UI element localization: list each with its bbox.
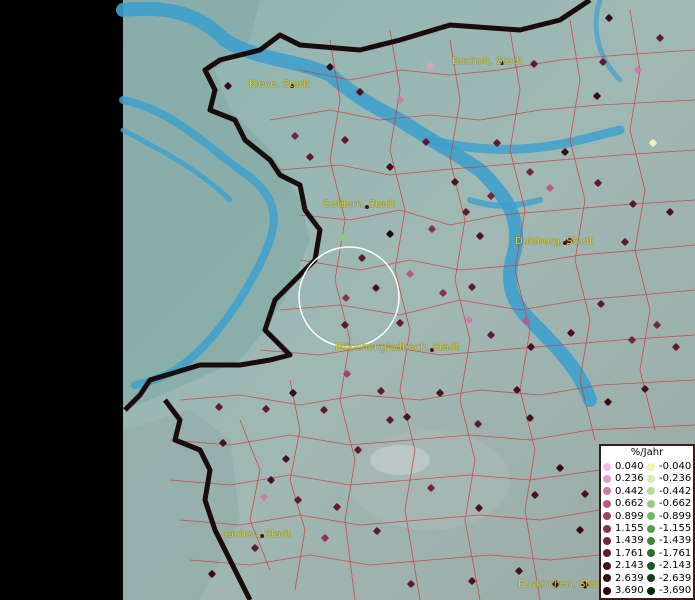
legend-row-negative: -0.899: [647, 511, 691, 522]
legend-row-negative: -2.143: [647, 560, 691, 571]
legend-row-positive: 2.639: [603, 573, 644, 584]
legend: %/Jahr 0.040 0.236 0.442 0.662 0.899 1.155 1.4…: [599, 444, 695, 600]
legend-swatch: [603, 524, 611, 533]
legend-swatch: [647, 586, 655, 595]
legend-value: 1.155: [615, 523, 644, 534]
legend-swatch: [647, 499, 655, 508]
legend-swatch: [603, 549, 611, 558]
legend-value: 1.439: [615, 535, 644, 547]
legend-row-positive: 0.899: [603, 511, 644, 522]
legend-swatch: [603, 561, 611, 570]
legend-row-positive: 2.143: [603, 560, 644, 571]
legend-row-positive: 0.662: [603, 498, 644, 509]
terrain-shade: [370, 445, 430, 475]
legend-swatch: [647, 536, 655, 545]
legend-value: -0.236: [659, 473, 692, 485]
legend-swatch: [603, 462, 611, 471]
legend-title: %/Jahr: [630, 447, 664, 458]
legend-swatch: [603, 586, 611, 595]
city-label: Duisburg, Stadt: [515, 236, 594, 247]
legend-value: -3.690: [659, 585, 692, 596]
legend-value: -1.761: [659, 547, 692, 559]
legend-swatch: [647, 462, 655, 471]
legend-value: -1.155: [659, 523, 692, 534]
legend-value: -2.639: [659, 572, 692, 584]
legend-swatch: [603, 499, 611, 508]
legend-value: -2.143: [659, 560, 692, 572]
legend-value: 0.236: [615, 473, 644, 485]
legend-row-positive: 1.439: [603, 535, 644, 546]
legend-row-negative: -0.442: [647, 486, 691, 497]
legend-value: -0.040: [659, 461, 692, 472]
legend-row-positive: 1.155: [603, 523, 644, 534]
legend-row-negative: -2.639: [647, 573, 691, 584]
legend-row-negative: -1.439: [647, 535, 691, 546]
legend-swatch: [647, 487, 655, 496]
legend-swatch: [647, 474, 655, 483]
legend-value: 0.899: [615, 510, 644, 522]
legend-value: -0.442: [659, 485, 692, 497]
legend-swatch: [647, 549, 655, 558]
legend-value: -0.899: [659, 510, 692, 522]
legend-row-negative: -0.662: [647, 498, 691, 509]
legend-value: 1.761: [615, 547, 644, 559]
legend-swatch: [603, 536, 611, 545]
legend-row-positive: 3.690: [603, 585, 644, 596]
legend-value: 3.690: [615, 585, 644, 596]
terrain-shade: [350, 430, 510, 530]
legend-value: 0.040: [615, 461, 644, 472]
legend-value: 2.639: [615, 572, 644, 584]
legend-swatch: [603, 574, 611, 583]
legend-swatch: [603, 512, 611, 521]
legend-swatch: [603, 487, 611, 496]
legend-swatch: [603, 474, 611, 483]
city-label: Euskirchen, Stadt: [518, 579, 606, 590]
city-label: Geldern, Stadt: [323, 199, 396, 210]
legend-row-negative: -1.155: [647, 523, 691, 534]
legend-row-negative: -3.690: [647, 585, 691, 596]
legend-value: 0.662: [615, 498, 644, 510]
legend-value: -0.662: [659, 498, 692, 510]
city-label: Mönchengladbach, Stadt: [335, 342, 460, 353]
legend-value: 0.442: [615, 485, 644, 497]
legend-row-positive: 0.236: [603, 473, 644, 484]
legend-value: -1.439: [659, 535, 692, 547]
legend-row-positive: 0.040: [603, 461, 644, 472]
legend-row-negative: -0.236: [647, 473, 691, 484]
legend-swatch: [647, 561, 655, 570]
legend-row-positive: 1.761: [603, 548, 644, 559]
legend-swatch: [647, 512, 655, 521]
legend-row-positive: 0.442: [603, 486, 644, 497]
relief-map[interactable]: [0, 0, 695, 600]
city-label: Bocholt, Stadt: [452, 56, 523, 67]
legend-value: 2.143: [615, 560, 644, 572]
legend-swatch: [647, 524, 655, 533]
city-label: Kleve, Stadt: [249, 79, 310, 90]
legend-row-negative: -1.761: [647, 548, 691, 559]
legend-swatch: [647, 574, 655, 583]
city-label: Aachen, Stadt: [221, 529, 292, 540]
legend-row-negative: -0.040: [647, 461, 691, 472]
no-data-area: [0, 0, 123, 600]
